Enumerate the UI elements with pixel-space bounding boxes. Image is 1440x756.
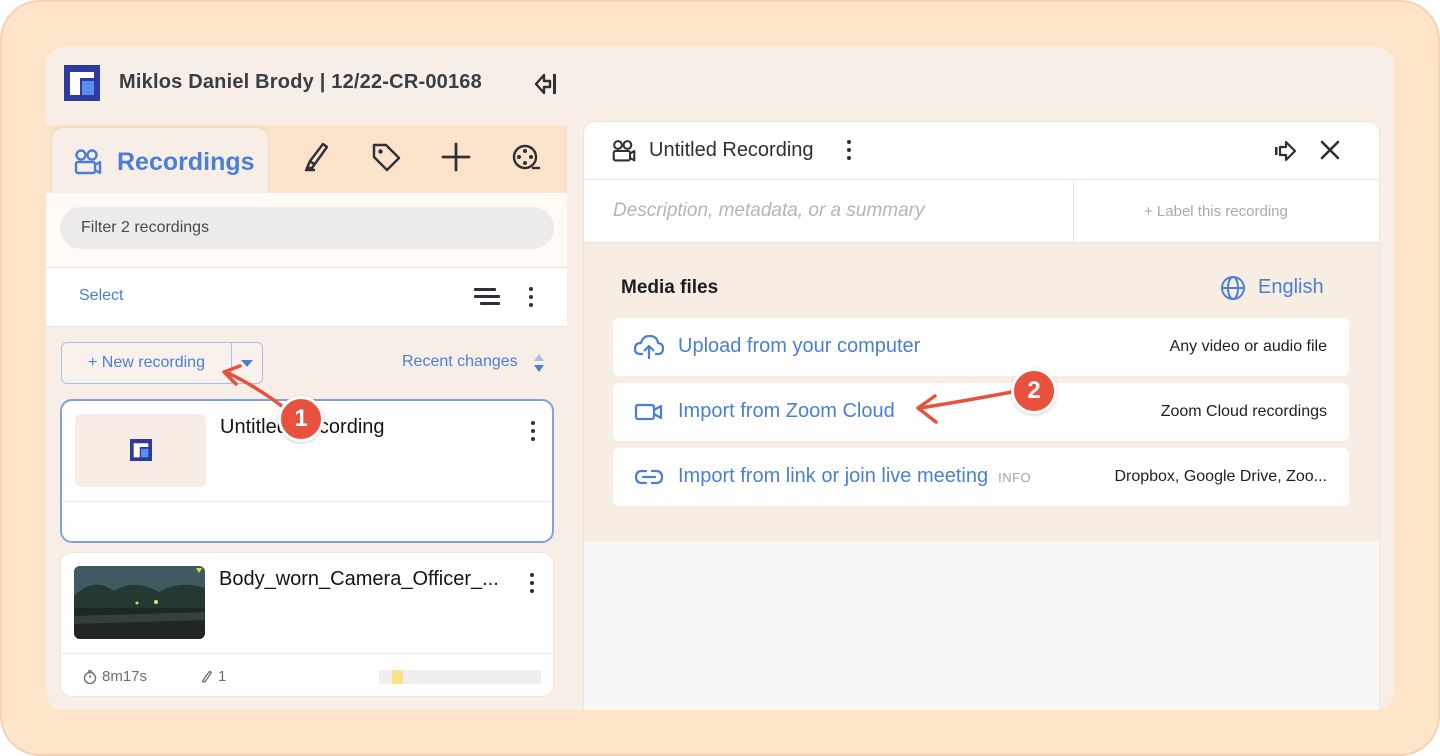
label-recording-link[interactable]: + Label this recording <box>1144 203 1288 220</box>
new-recording-button[interactable]: + New recording <box>61 342 232 384</box>
detail-header: Untitled Recording <box>584 122 1379 180</box>
tab-recordings[interactable]: Recordings <box>52 128 268 194</box>
recording-thumbnail <box>74 566 205 639</box>
description-field[interactable]: Description, metadata, or a summary <box>613 200 925 222</box>
timer-icon <box>83 670 97 684</box>
sort-dropdown[interactable]: Recent changes <box>402 353 518 371</box>
option-hint: Dropbox, Google Drive, Zoo... <box>1114 468 1327 485</box>
recording-options-icon[interactable] <box>529 573 535 595</box>
highlight-marker <box>392 670 403 684</box>
plus-icon[interactable] <box>440 141 472 173</box>
list-options-icon[interactable] <box>528 287 534 309</box>
highlight-count-icon <box>201 670 213 683</box>
language-selector[interactable]: English <box>1258 276 1324 299</box>
sort-icon[interactable] <box>533 352 545 374</box>
recording-thumbnail <box>75 414 206 487</box>
new-recording-dropdown[interactable] <box>231 342 263 384</box>
link-icon <box>634 469 664 485</box>
card-divider <box>61 653 553 654</box>
recording-options-icon[interactable] <box>530 421 536 443</box>
highlight-timeline <box>379 670 541 684</box>
app-window: Miklos Daniel Brody | 12/22-CR-00168 Rec… <box>46 47 1394 710</box>
highlight-count: 1 <box>218 668 227 685</box>
list-view-icon[interactable] <box>474 286 500 308</box>
divider <box>1073 180 1074 242</box>
step-1-badge: 1 <box>278 396 324 442</box>
recording-title: Body_worn_Camera_Officer_... <box>219 568 499 590</box>
case-title: Miklos Daniel Brody | 12/22-CR-00168 <box>119 71 482 93</box>
collapse-sidebar-icon[interactable] <box>532 71 560 97</box>
recordings-icon <box>74 149 102 175</box>
recording-duration: 8m17s <box>102 668 148 685</box>
option-label: Import from Zoom Cloud <box>678 400 895 422</box>
recording-icon <box>612 140 636 162</box>
option-label: Import from link or join live meeting INF… <box>678 465 1031 488</box>
option-label-text: Import from link or join live meeting <box>678 465 989 487</box>
media-files-title: Media files <box>621 277 719 298</box>
select-link[interactable]: Select <box>79 287 123 305</box>
chevron-down-icon <box>241 360 253 367</box>
open-arrow-icon[interactable] <box>1272 138 1298 164</box>
import-from-link-option[interactable]: Import from link or join live meeting INF… <box>613 448 1349 506</box>
globe-icon[interactable] <box>1220 275 1246 301</box>
placeholder-logo-icon <box>130 439 152 461</box>
film-reel-icon[interactable] <box>510 141 542 173</box>
close-icon[interactable] <box>1318 138 1342 162</box>
info-link[interactable]: INFO <box>998 470 1031 485</box>
step-2-badge: 2 <box>1011 368 1057 414</box>
video-camera-icon <box>634 403 663 421</box>
import-zoom-cloud-option[interactable]: Import from Zoom Cloud Zoom Cloud record… <box>613 383 1349 441</box>
card-divider <box>62 501 552 502</box>
night-street-thumbnail <box>74 566 205 639</box>
upload-from-computer-option[interactable]: Upload from your computer Any video or a… <box>613 318 1349 376</box>
filter-recordings-input[interactable]: Filter 2 recordings <box>60 207 554 249</box>
recording-card[interactable]: Body_worn_Camera_Officer_... 8m17s 1 <box>60 552 554 697</box>
list-toolbar: Select <box>46 268 567 327</box>
cloud-upload-icon <box>634 334 664 359</box>
tag-icon[interactable] <box>370 141 402 173</box>
app-logo <box>64 65 100 101</box>
panel-tabs: Recordings <box>46 125 567 194</box>
detail-options-icon[interactable] <box>846 140 852 162</box>
description-row: Description, metadata, or a summary + La… <box>584 180 1379 243</box>
option-label: Upload from your computer <box>678 335 921 357</box>
recording-detail-panel: Untitled Recording Description, metadata… <box>583 121 1380 710</box>
highlighter-icon[interactable] <box>301 141 333 173</box>
top-bar: Miklos Daniel Brody | 12/22-CR-00168 <box>46 47 1394 123</box>
option-hint: Zoom Cloud recordings <box>1160 403 1327 420</box>
option-hint: Any video or audio file <box>1169 338 1327 355</box>
filter-area: Filter 2 recordings <box>46 193 567 268</box>
detail-title[interactable]: Untitled Recording <box>649 139 814 162</box>
media-files-section: Media files English Upload from your com… <box>584 243 1379 541</box>
tab-recordings-label: Recordings <box>117 148 255 176</box>
